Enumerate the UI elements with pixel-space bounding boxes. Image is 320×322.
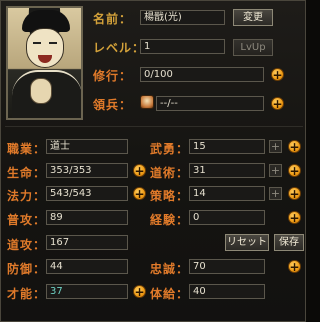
loyalty-label: 忠誠： — [150, 262, 190, 276]
loyalty-plus-icon[interactable]: + — [288, 260, 301, 273]
name-label: 名前： — [93, 12, 133, 26]
troops-label: 領兵： — [93, 98, 133, 112]
strategy-small-plus-icon[interactable]: + — [269, 187, 282, 200]
valor-field: 15 — [189, 139, 265, 154]
defense-field: 44 — [46, 259, 128, 274]
job-label: 職業： — [7, 142, 47, 156]
strategy-plus-icon[interactable]: + — [288, 187, 301, 200]
portrait-eye — [33, 42, 41, 44]
save-button[interactable]: 保存 — [274, 234, 304, 251]
experience-field: 0 — [189, 210, 265, 225]
defense-label: 防御： — [7, 262, 47, 276]
stamina-field: 40 — [189, 284, 265, 299]
taoism-plus-icon[interactable]: + — [288, 164, 301, 177]
job-field: 道士 — [46, 139, 128, 154]
valor-small-plus-icon[interactable]: + — [269, 140, 282, 153]
character-portrait — [6, 6, 83, 120]
stamina-label: 体給： — [150, 287, 190, 301]
section-divider — [5, 126, 303, 127]
level-label: レベル： — [93, 41, 146, 55]
portrait-eye — [49, 42, 57, 44]
strategy-label: 策略： — [150, 189, 190, 203]
talent-label: 才能： — [7, 287, 47, 301]
taoism-field: 31 — [189, 163, 265, 178]
attack-label: 普攻： — [7, 213, 47, 227]
attack-field: 89 — [46, 210, 128, 225]
training-label: 修行： — [93, 69, 133, 83]
strategy-field: 14 — [189, 186, 265, 201]
magic-attack-field: 167 — [46, 235, 128, 250]
experience-plus-icon[interactable]: + — [288, 211, 301, 224]
taoism-small-plus-icon[interactable]: + — [269, 164, 282, 177]
troops-field: --/-- — [156, 96, 264, 111]
training-field: 0/100 — [140, 67, 264, 82]
level-field: 1 — [140, 39, 225, 54]
reset-button[interactable]: リセット — [225, 234, 269, 251]
hp-plus-icon[interactable]: + — [133, 164, 146, 177]
portrait-hand — [30, 78, 52, 104]
mp-field: 543/543 — [46, 186, 128, 201]
talent-plus-icon[interactable]: + — [133, 285, 146, 298]
soldier-icon — [140, 95, 154, 109]
levelup-button[interactable]: LvUp — [233, 39, 273, 56]
mp-plus-icon[interactable]: + — [133, 187, 146, 200]
hp-field: 353/353 — [46, 163, 128, 178]
mp-label: 法力： — [7, 189, 47, 203]
troops-plus-icon[interactable]: + — [271, 97, 284, 110]
training-plus-icon[interactable]: + — [271, 68, 284, 81]
change-name-button[interactable]: 変更 — [233, 9, 273, 26]
character-status-panel: 名前： 楊戩(光) 変更 レベル： 1 LvUp 修行： 0/100 + 領兵：… — [0, 0, 306, 322]
magic-attack-label: 道攻： — [7, 238, 47, 252]
taoism-label: 道術： — [150, 166, 190, 180]
valor-label: 武勇： — [150, 142, 190, 156]
talent-field: 37 — [46, 284, 128, 299]
valor-plus-icon[interactable]: + — [288, 140, 301, 153]
name-field: 楊戩(光) — [140, 10, 225, 25]
loyalty-field: 70 — [189, 259, 265, 274]
experience-label: 経験： — [150, 213, 190, 227]
hp-label: 生命： — [7, 166, 47, 180]
